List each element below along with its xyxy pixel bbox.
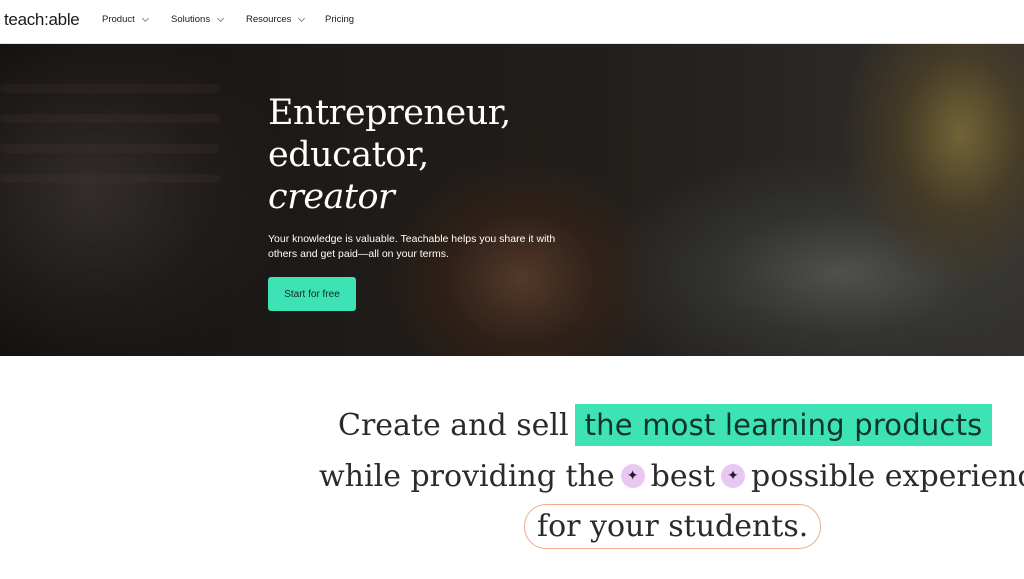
tagline-text: Create and sell [338, 407, 569, 443]
start-for-free-button[interactable]: Start for free [268, 277, 356, 311]
hero-section: Entrepreneur, educator, creator Your kno… [0, 44, 1024, 356]
sparkle-icon: ✦ [721, 464, 746, 488]
sparkle-icon: ✦ [620, 464, 645, 488]
nav-item-solutions[interactable]: Solutions [171, 14, 225, 25]
nav-item-pricing[interactable]: Pricing [325, 14, 354, 25]
chevron-down-icon [217, 14, 225, 22]
tagline-pill: for your students. [524, 503, 822, 549]
tagline-line: while providing the ✦ best ✦ possible ex… [319, 454, 1024, 498]
hero-title-line: educator, [268, 135, 429, 175]
hero-subtitle: Your knowledge is valuable. Teachable he… [268, 233, 556, 260]
tagline-highlight: the most learning products [574, 404, 993, 446]
tagline-text: best [650, 458, 716, 494]
chevron-down-icon [141, 14, 149, 22]
chevron-down-icon [298, 14, 306, 22]
hero-background-image [0, 44, 1024, 356]
nav-item-resources[interactable]: Resources [246, 14, 306, 25]
tagline-text: possible experience [751, 458, 1024, 494]
nav-item-label: Resources [246, 14, 292, 25]
nav-item-label: Product [102, 14, 135, 25]
nav-item-product[interactable]: Product [102, 14, 149, 25]
tagline-text: while providing the [319, 458, 615, 494]
teachable-logo[interactable]: teach:able [4, 10, 80, 30]
hero-title-line: Entrepreneur, [268, 93, 511, 133]
hero-title-line-italic: creator [268, 177, 395, 217]
tagline-line: Create and sell the most learning produc… [338, 400, 993, 450]
nav-item-label: Solutions [171, 14, 211, 25]
tagline-line: for your students. [524, 500, 822, 552]
hero-title: Entrepreneur, educator, creator [268, 92, 511, 218]
top-navigation: teach:able Product Solutions Resources P… [0, 0, 1024, 44]
nav-item-label: Pricing [325, 14, 355, 25]
